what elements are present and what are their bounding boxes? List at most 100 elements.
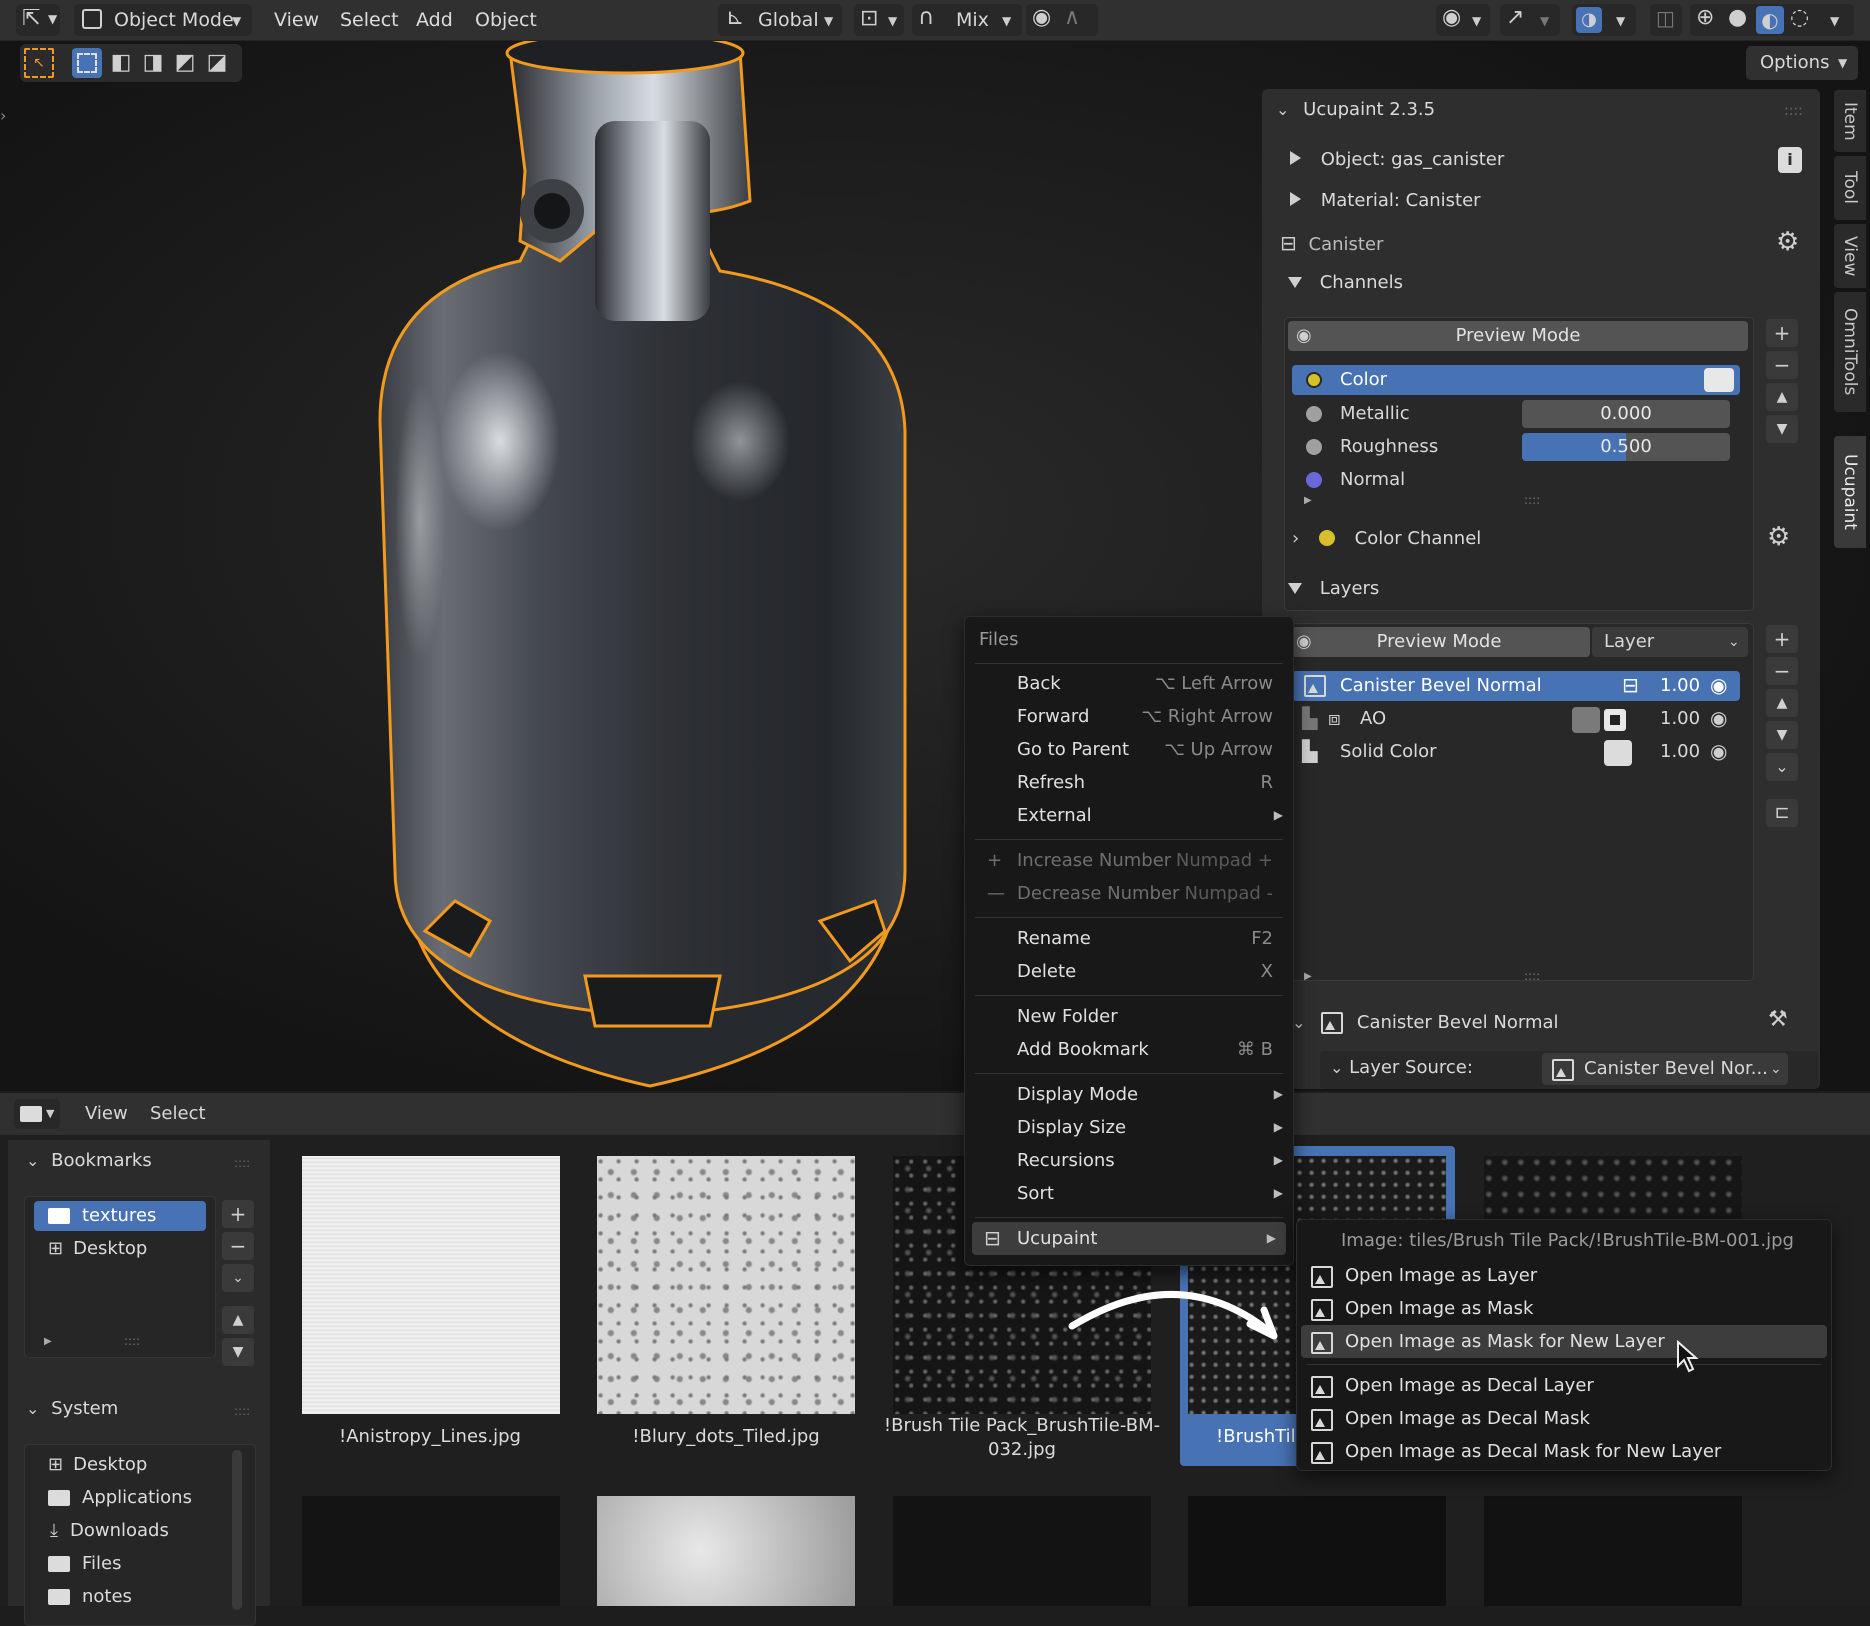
eye-icon[interactable]: ◉ [1710,706,1727,730]
move-down-button[interactable]: ▼ [1766,415,1798,443]
layer-color-swatch[interactable] [1572,707,1600,733]
color-swatch[interactable] [1704,368,1734,392]
menu-item-forward[interactable]: Forward ⌥ Right Arrow [965,700,1293,733]
move-up-button[interactable]: ▲ [1766,383,1798,411]
expand-icon[interactable]: ▶ [1304,971,1312,982]
wireframe-icon[interactable]: ⊕ [1696,5,1714,30]
resize-handle-icon[interactable]: :::: [124,1334,140,1348]
proportional-edit[interactable]: ◉ ∧ [1026,4,1098,36]
channel-row-normal[interactable]: Normal [1292,465,1740,495]
gizmo-toggle[interactable]: ↗ ▼ [1500,4,1560,36]
menu-item-refresh[interactable]: Refresh R [965,766,1293,799]
menu-item-recursions[interactable]: Recursions ▶ [965,1144,1293,1177]
file-label[interactable]: !Blury_dots_Tiled.jpg [576,1426,876,1447]
menu-item-new-folder[interactable]: New Folder [965,1000,1293,1033]
material-row[interactable]: Material: Canister [1290,190,1481,211]
menu-item-sort[interactable]: Sort ▶ [965,1177,1293,1210]
shading-modes[interactable]: ⊕ ● ◐ ◌ ▼ [1690,4,1854,36]
addon-header[interactable]: ⌄ Ucupaint 2.3.5 [1276,99,1435,120]
tab-item[interactable]: Item [1834,90,1866,152]
editor-type-button[interactable]: ⇱ ▼ [16,4,60,36]
mask-icon[interactable] [1604,709,1626,731]
add-bookmark-button[interactable]: + [222,1200,254,1228]
mode-dropdown[interactable]: Object Mode ▼ [74,4,252,36]
tab-view[interactable]: View [1834,224,1866,288]
layer-color-swatch[interactable] [1604,740,1632,766]
layer-source-dropdown[interactable]: Canister Bevel Nor... ⌄ [1542,1053,1788,1085]
wrench-icon[interactable]: ⚒ [1768,1007,1788,1032]
menu-item-back[interactable]: Back ⌥ Left Arrow [965,667,1293,700]
menu-item-go-to-parent[interactable]: Go to Parent ⌥ Up Arrow [965,733,1293,766]
pivot-dropdown[interactable]: ⊡ ▼ [854,4,904,36]
mode-subtract-icon[interactable]: ◨ [138,48,168,78]
bookmark-item[interactable]: ⊞ Desktop [34,1234,206,1264]
thumbnail-row2[interactable] [1484,1496,1742,1606]
thumbnail-row2[interactable] [597,1496,855,1606]
menu-item-external[interactable]: External ▶ [965,799,1293,832]
layer-opacity[interactable]: 1.00 [1660,741,1700,762]
menu-item-open-as-decal-mask-new-layer[interactable]: Open Image as Decal Mask for New Layer [1297,1435,1831,1468]
overlays-toggle[interactable]: ◑ ▼ [1572,4,1636,36]
thumbnail-anistropy[interactable] [302,1156,560,1414]
remove-layer-button[interactable]: − [1766,657,1798,685]
mode-extend-icon[interactable]: ◧ [106,48,136,78]
system-item[interactable]: ⤓ Downloads [34,1516,169,1546]
layer-detail-header[interactable]: ⌄ Canister Bevel Normal [1292,1012,1559,1034]
system-item[interactable]: Applications [34,1483,192,1513]
gear-icon[interactable]: ⚙ [1776,227,1799,257]
mode-new-icon[interactable] [72,48,102,78]
mode-difference-icon[interactable]: ◩ [170,48,200,78]
more-options-button[interactable]: ⌄ [1766,753,1798,781]
channels-header[interactable]: Channels [1288,272,1403,293]
resize-handle-icon[interactable]: :::: [1524,969,1540,983]
system-header[interactable]: ⌄ System [26,1398,118,1419]
menu-object[interactable]: Object [475,0,537,40]
channel-row-roughness[interactable]: Roughness 0.500 [1292,432,1740,462]
menu-item-open-as-layer[interactable]: Open Image as Layer [1297,1259,1831,1292]
remove-channel-button[interactable]: − [1766,351,1798,379]
bookmarks-header[interactable]: ⌄ Bookmarks [26,1150,152,1171]
layer-opacity[interactable]: 1.00 [1660,708,1700,729]
resize-handle-icon[interactable]: :::: [1524,493,1540,507]
fb-menu-view[interactable]: View [85,1103,128,1124]
material-preview-icon[interactable]: ◐ [1756,6,1784,34]
thumbnail-row2[interactable] [302,1496,560,1606]
add-channel-button[interactable]: + [1766,319,1798,347]
solid-icon[interactable]: ● [1728,5,1747,30]
thumbnail-blury-dots[interactable] [597,1156,855,1414]
xray-toggle[interactable]: ◫ [1650,4,1682,36]
rendered-icon[interactable]: ◌ [1790,5,1809,30]
select-box-icon[interactable]: ↖ [24,48,54,78]
menu-select[interactable]: Select [340,0,399,40]
chevron-right-icon[interactable]: › [0,106,6,125]
menu-item-open-as-decal-mask[interactable]: Open Image as Decal Mask [1297,1402,1831,1435]
layers-preview-button[interactable]: ◉ Preview Mode [1288,627,1590,657]
drag-handle-icon[interactable]: :::: [1784,103,1803,119]
orientation-dropdown[interactable]: ⊾ Global ▼ [718,4,842,36]
layer-row-ao[interactable]: ▙ ⧈ AO 1.00 ◉ [1292,704,1740,734]
menu-item-add-bookmark[interactable]: Add Bookmark ⌘ B [965,1033,1293,1066]
move-down-button[interactable]: ▼ [222,1338,254,1366]
layer-opacity[interactable]: 1.00 [1660,675,1700,696]
expand-icon[interactable]: ▶ [44,1336,52,1347]
menu-view[interactable]: View [274,0,319,40]
gear-icon[interactable]: ⚙ [1767,522,1790,552]
editor-type-button[interactable]: ▼ [14,1099,60,1129]
layer-row-solid-color[interactable]: ▙ Solid Color 1.00 ◉ [1292,737,1740,767]
system-scrollbar[interactable] [232,1450,242,1610]
menu-item-rename[interactable]: Rename F2 [965,922,1293,955]
eye-icon[interactable]: ◉ [1710,739,1727,763]
node-tree-icon[interactable]: ⊟ [1622,673,1639,697]
mode-intersect-icon[interactable]: ◪ [202,48,232,78]
remove-bookmark-button[interactable]: − [222,1232,254,1260]
channels-preview-button[interactable]: ◉ Preview Mode [1288,321,1748,351]
menu-item-decrease-number[interactable]: — Decrease Number Numpad - [965,877,1293,910]
system-item[interactable]: Files [34,1549,122,1579]
hierarchy-button[interactable]: ⊏ [1766,799,1798,827]
layers-preview-dropdown[interactable]: Layer ⌄ [1592,627,1748,657]
thumbnail-row2[interactable] [1188,1496,1446,1606]
channel-row-metallic[interactable]: Metallic 0.000 [1292,399,1740,429]
file-label[interactable]: !Anistropy_Lines.jpg [280,1426,580,1447]
drag-handle-icon[interactable]: :::: [234,1404,250,1418]
move-up-button[interactable]: ▲ [1766,689,1798,717]
